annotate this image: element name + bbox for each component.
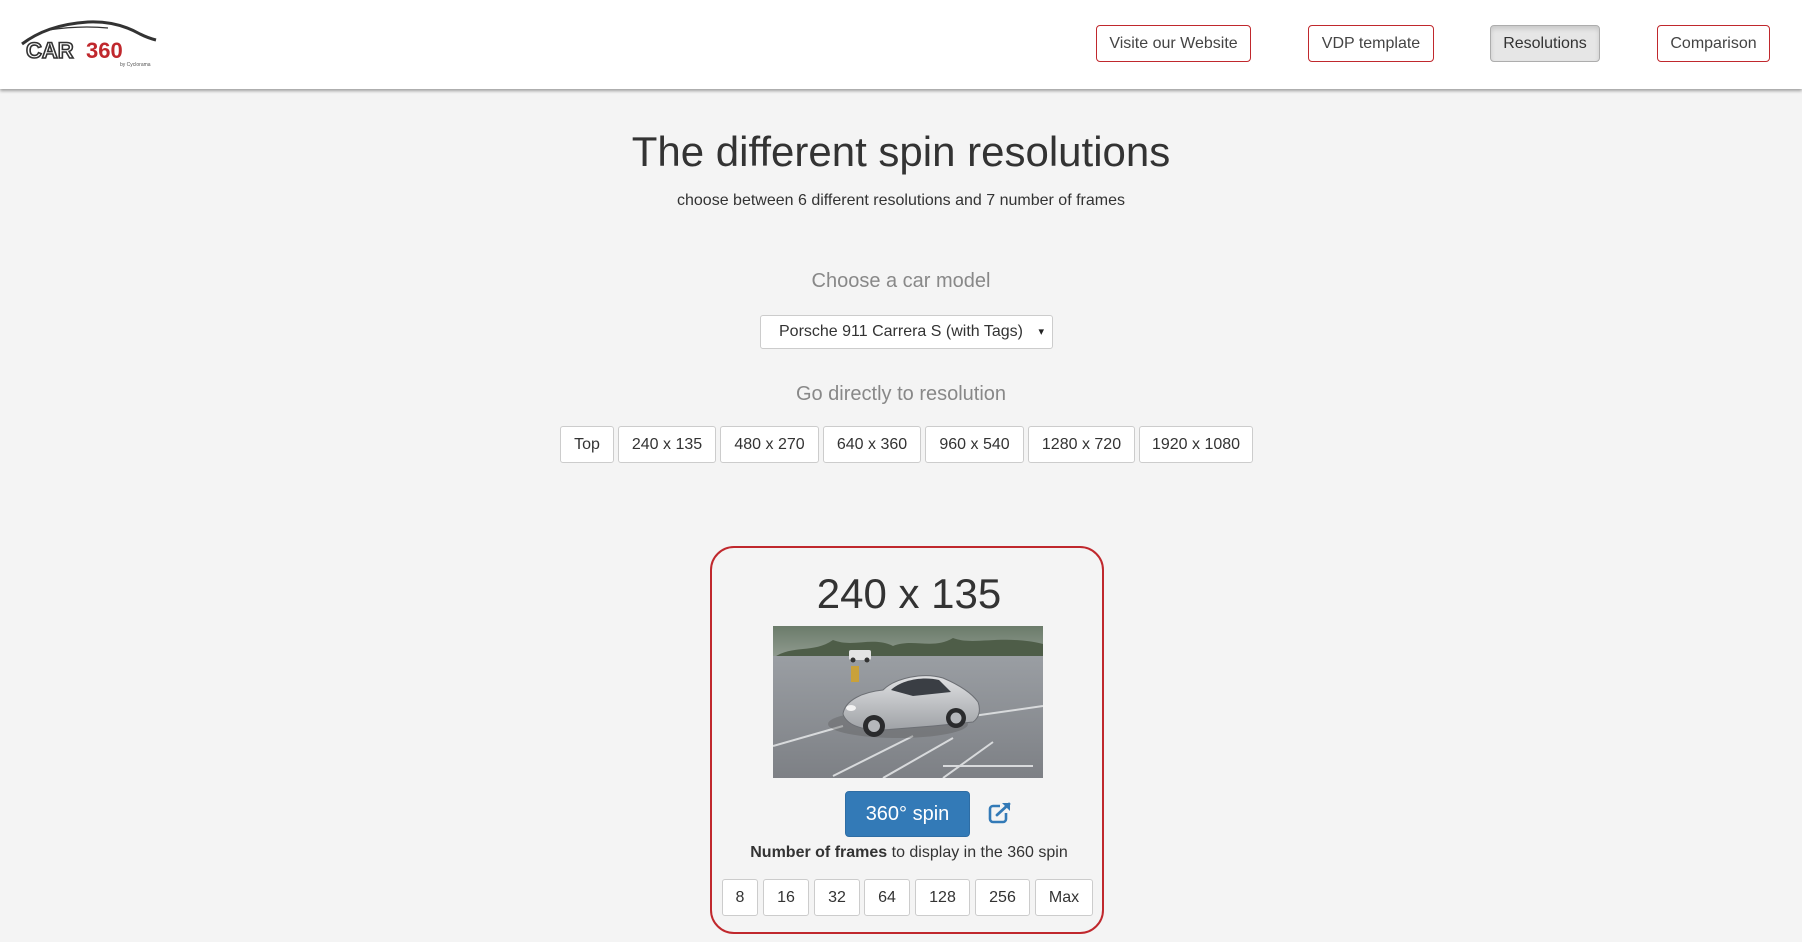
car360-logo[interactable]: CAR 360 by Cyclorama	[18, 18, 160, 70]
nav-comparison[interactable]: Comparison	[1657, 25, 1770, 62]
frames-description: Number of frames to display in the 360 s…	[712, 844, 1106, 862]
resolution-label: Go directly to resolution	[795, 383, 1007, 405]
nav-visite-website[interactable]: Visite our Website	[1096, 25, 1251, 62]
choose-model-label: Choose a car model	[811, 270, 991, 292]
car-model-select[interactable]: Porsche 911 Carrera S (with Tags) ▾	[760, 315, 1053, 349]
frames-description-bold: Number of frames	[750, 844, 888, 861]
logo-byline: by Cyclorama	[120, 62, 151, 68]
resolution-card-title: 240 x 135	[816, 570, 1002, 617]
resolution-button-1280x720[interactable]: 1280 x 720	[1028, 426, 1135, 463]
frames-button-128[interactable]: 128	[915, 879, 970, 916]
frames-button-max[interactable]: Max	[1035, 879, 1093, 916]
frames-description-rest: to display in the 360 spin	[887, 844, 1068, 861]
resolution-button-1920x1080[interactable]: 1920 x 1080	[1139, 426, 1253, 463]
frames-button-32[interactable]: 32	[814, 879, 860, 916]
logo-text-car: CAR	[26, 38, 74, 63]
resolution-card: 240 x 135 360° spin Number of frames to …	[710, 546, 1104, 934]
resolution-button-480x270[interactable]: 480 x 270	[720, 426, 819, 463]
frames-button-64[interactable]: 64	[864, 879, 910, 916]
page-title: The different spin resolutions	[631, 128, 1171, 175]
360-spin-button[interactable]: 360° spin	[845, 791, 970, 837]
car-model-select-value: Porsche 911 Carrera S (with Tags)	[779, 323, 1023, 340]
chevron-down-icon: ▾	[1038, 326, 1044, 338]
top-navbar: CAR 360 by Cyclorama Visite our Website …	[0, 0, 1802, 89]
frames-button-16[interactable]: 16	[763, 879, 809, 916]
external-link-icon[interactable]	[988, 801, 1012, 825]
car-preview-image[interactable]	[773, 626, 1043, 778]
resolution-button-top[interactable]: Top	[560, 426, 614, 463]
page-subtitle: choose between 6 different resolutions a…	[677, 192, 1125, 209]
nav-resolutions[interactable]: Resolutions	[1490, 25, 1600, 62]
resolution-button-240x135[interactable]: 240 x 135	[618, 426, 716, 463]
logo-text-360: 360	[86, 38, 123, 63]
frames-button-8[interactable]: 8	[722, 879, 758, 916]
frames-button-256[interactable]: 256	[975, 879, 1030, 916]
resolution-button-960x540[interactable]: 960 x 540	[925, 426, 1024, 463]
resolution-button-640x360[interactable]: 640 x 360	[823, 426, 921, 463]
nav-vdp-template[interactable]: VDP template	[1308, 25, 1434, 62]
resolution-button-row: Top 240 x 135 480 x 270 640 x 360 960 x …	[0, 426, 1802, 464]
